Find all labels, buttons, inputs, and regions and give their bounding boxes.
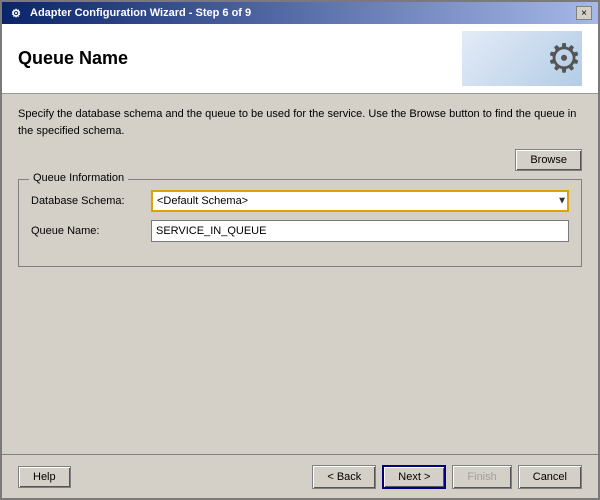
finish-button[interactable]: Finish <box>452 465 511 489</box>
cancel-button[interactable]: Cancel <box>518 465 582 489</box>
database-schema-label: Database Schema: <box>31 195 151 207</box>
content-area: Specify the database schema and the queu… <box>2 94 598 454</box>
window-title: Adapter Configuration Wizard - Step 6 of… <box>30 7 251 19</box>
queue-name-row: Queue Name: <box>31 220 569 242</box>
next-button[interactable]: Next > <box>382 465 446 489</box>
gear-icon: ⚙ <box>546 36 582 82</box>
browse-row: Browse <box>18 149 582 171</box>
footer-left: Help <box>18 466 71 488</box>
queue-name-input[interactable] <box>151 220 569 242</box>
footer-right: < Back Next > Finish Cancel <box>312 465 582 489</box>
app-icon: ⚙ <box>8 5 24 21</box>
header-graphic: ⚙ <box>462 31 582 86</box>
header-title: Queue Name <box>18 48 128 69</box>
database-schema-row: Database Schema: <Default Schema> ▼ <box>31 190 569 212</box>
header-area: Queue Name ⚙ <box>2 24 598 94</box>
database-schema-select-wrapper: <Default Schema> ▼ <box>151 190 569 212</box>
help-button[interactable]: Help <box>18 466 71 488</box>
queue-name-label: Queue Name: <box>31 225 151 237</box>
wizard-window: ⚙ Adapter Configuration Wizard - Step 6 … <box>0 0 600 500</box>
browse-button[interactable]: Browse <box>515 149 582 171</box>
database-schema-select[interactable]: <Default Schema> <box>151 190 569 212</box>
title-bar: ⚙ Adapter Configuration Wizard - Step 6 … <box>2 2 598 24</box>
title-bar-left: ⚙ Adapter Configuration Wizard - Step 6 … <box>8 5 251 21</box>
footer: Help < Back Next > Finish Cancel <box>2 454 598 498</box>
back-button[interactable]: < Back <box>312 465 376 489</box>
close-button[interactable]: × <box>576 6 592 20</box>
group-box-legend: Queue Information <box>29 172 128 184</box>
queue-information-group: Queue Information Database Schema: <Defa… <box>18 179 582 267</box>
description-text: Specify the database schema and the queu… <box>18 106 582 139</box>
